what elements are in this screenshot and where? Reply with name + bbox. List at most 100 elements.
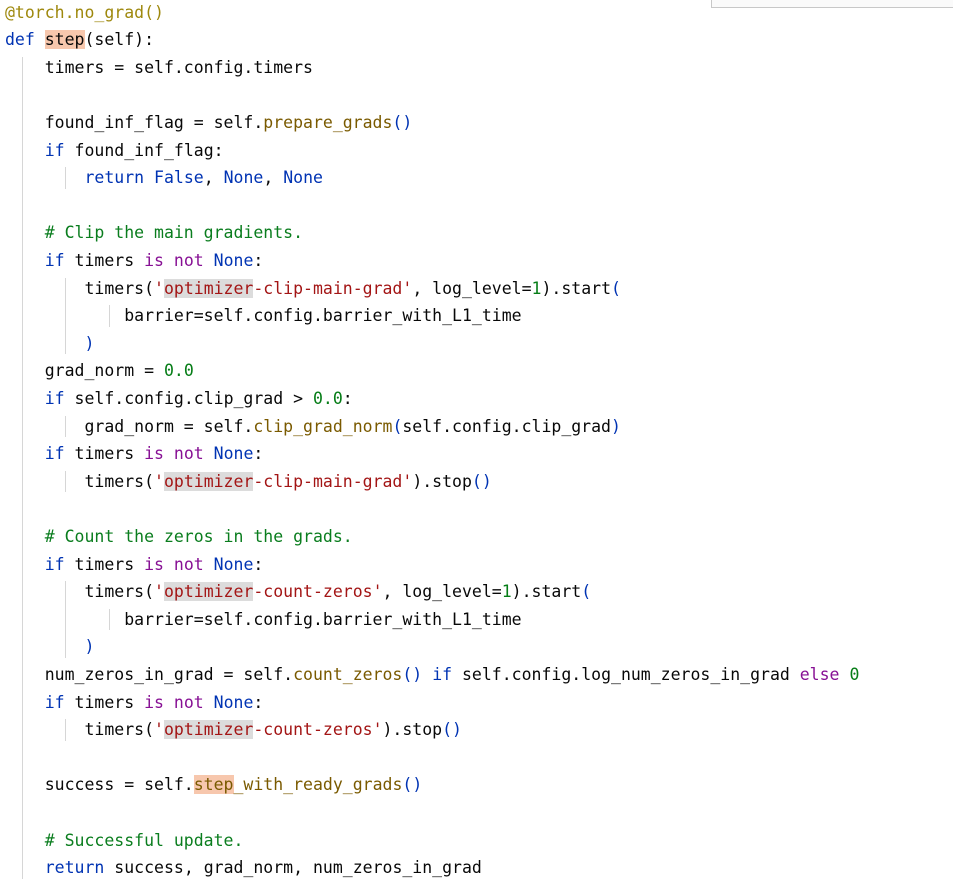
- code-line[interactable]: barrier=self.config.barrier_with_L1_time: [5, 606, 522, 634]
- code-token: (): [392, 112, 413, 132]
- code-token: self.config.clip_grad: [402, 416, 611, 436]
- code-token: found_inf_flag:: [64, 140, 224, 160]
- code-token: barrier=self.config.barrier_with_L1_time: [5, 609, 522, 629]
- code-token: optimizer: [163, 582, 254, 602]
- code-line[interactable]: if found_inf_flag:: [5, 137, 224, 165]
- code-line[interactable]: # Count the zeros in the grads.: [5, 523, 353, 551]
- code-token: 0.0: [312, 388, 343, 408]
- code-line[interactable]: if timers is not None:: [5, 689, 264, 717]
- code-token: count_zeros: [293, 664, 403, 684]
- code-line[interactable]: barrier=self.config.barrier_with_L1_time: [5, 302, 521, 330]
- code-token: timers(: [5, 471, 155, 491]
- code-line[interactable]: if timers is not None:: [5, 440, 264, 468]
- code-line[interactable]: if self.config.clip_grad > 0.0:: [5, 385, 353, 413]
- code-token: optimizer: [163, 720, 254, 740]
- code-line[interactable]: grad_norm = self.clip_grad_norm(self.con…: [5, 413, 620, 441]
- indent-guide: [65, 719, 67, 741]
- code-line[interactable]: success = self.step_with_ready_grads(): [5, 771, 422, 799]
- code-token: self.config.log_num_zeros_in_grad: [452, 664, 800, 684]
- code-token: (): [402, 664, 423, 684]
- code-token: grad_norm = self.: [5, 416, 254, 436]
- code-token: (: [581, 582, 592, 602]
- code-line[interactable]: @torch.no_grad(): [5, 0, 164, 26]
- code-token: ).stop: [412, 471, 472, 491]
- code-token: # Successful update.: [5, 830, 244, 850]
- indent-guide: [22, 56, 24, 879]
- code-line[interactable]: timers('optimizer-clip-main-grad').stop(…: [5, 468, 492, 496]
- code-token: timers: [64, 250, 145, 270]
- code-token: if: [432, 664, 453, 684]
- code-line[interactable]: return False, None, None: [5, 164, 322, 192]
- code-token: None: [213, 250, 254, 270]
- indent-guide: [108, 608, 110, 631]
- code-token: None: [213, 444, 254, 464]
- code-token: 1: [501, 582, 512, 602]
- code-token: :: [253, 250, 264, 270]
- code-token: ).start: [511, 582, 582, 602]
- code-token: :: [253, 692, 264, 712]
- code-line[interactable]: num_zeros_in_grad = self.count_zeros() i…: [5, 661, 860, 689]
- code-token: 0: [849, 664, 860, 684]
- code-token: (): [402, 775, 423, 795]
- code-token: -count-zeros': [253, 720, 383, 740]
- code-token: optimizer: [163, 278, 254, 298]
- code-token: success = self.: [5, 775, 194, 795]
- code-line[interactable]: if timers is not None:: [5, 551, 264, 579]
- code-editor[interactable]: @torch.no_grad() def step(self): timers =…: [0, 0, 953, 881]
- code-line[interactable]: # Successful update.: [5, 827, 244, 855]
- code-line[interactable]: def step(self):: [5, 26, 154, 54]
- code-token: -count-zeros': [253, 582, 383, 602]
- code-token: None: [223, 168, 264, 188]
- code-token: ': [154, 278, 164, 298]
- code-token: step: [44, 30, 85, 50]
- code-token: -clip-main-grad': [253, 471, 413, 491]
- code-token: step: [193, 775, 234, 795]
- code-token: is not: [144, 444, 204, 464]
- code-line[interactable]: if timers is not None:: [5, 247, 264, 275]
- code-line[interactable]: return success, grad_norm, num_zeros_in_…: [5, 854, 482, 882]
- code-token: is not: [144, 554, 204, 574]
- code-token: None: [213, 554, 254, 574]
- indent-guide: [108, 305, 110, 327]
- code-token: if: [44, 554, 65, 574]
- code-token: ,: [203, 168, 224, 188]
- indent-guide: [65, 470, 67, 493]
- code-token: (: [392, 416, 403, 436]
- code-token: if: [44, 444, 65, 464]
- code-token: timers = self.config.timers: [5, 57, 313, 77]
- code-token: (: [611, 278, 621, 298]
- code-token: timers: [64, 554, 145, 574]
- code-token: is not: [144, 692, 204, 712]
- code-line[interactable]: found_inf_flag = self.prepare_grads(): [5, 109, 413, 137]
- code-token: ': [154, 720, 164, 740]
- code-token: timers(: [5, 582, 155, 602]
- code-line[interactable]: ): [5, 330, 94, 358]
- code-token: num_zeros_in_grad = self.: [5, 664, 294, 684]
- code-line[interactable]: timers('optimizer-clip-main-grad', log_l…: [5, 275, 621, 303]
- code-line[interactable]: timers('optimizer-count-zeros').stop(): [5, 716, 462, 744]
- code-line[interactable]: timers = self.config.timers: [5, 54, 313, 82]
- code-token: :: [253, 444, 264, 464]
- code-token: ).start: [541, 278, 612, 298]
- code-line[interactable]: ): [5, 633, 94, 661]
- code-token: 0.0: [163, 361, 194, 381]
- code-line[interactable]: timers('optimizer-count-zeros', log_leve…: [5, 578, 591, 606]
- code-line[interactable]: grad_norm = 0.0: [5, 357, 194, 385]
- code-token: def: [5, 30, 45, 50]
- code-line[interactable]: # Clip the main gradients.: [5, 219, 303, 247]
